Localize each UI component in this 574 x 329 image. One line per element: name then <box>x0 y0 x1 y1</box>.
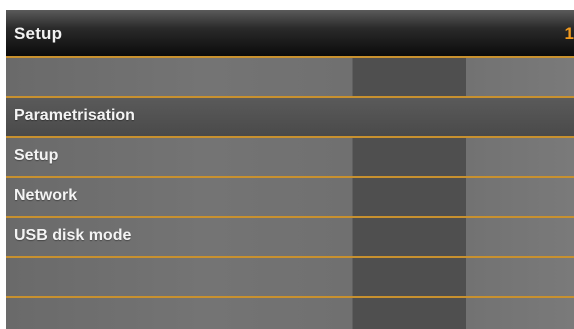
menu-item-empty <box>6 258 574 298</box>
menu-item-label: Parametrisation <box>14 107 135 124</box>
screen-title: Setup <box>14 24 63 43</box>
menu-item-network[interactable]: Network <box>6 178 574 218</box>
menu-item-setup[interactable]: Setup <box>6 138 574 178</box>
menu-item-label: Setup <box>14 147 59 164</box>
menu-item-usb-disk-mode[interactable]: USB disk mode <box>6 218 574 258</box>
menu-list: Parametrisation Setup Network USB disk m… <box>6 58 574 329</box>
menu-item-label: Network <box>14 187 78 204</box>
menu-item-empty-bottom <box>6 298 574 329</box>
menu-item-parametrisation[interactable]: Parametrisation <box>6 98 574 138</box>
page-number: 1 <box>564 24 574 43</box>
menu-item-label: USB disk mode <box>14 227 132 244</box>
device-screen: Setup 1 Parametrisation Setup Network US… <box>6 10 574 329</box>
title-bar: Setup 1 <box>6 10 574 58</box>
menu-item-empty-top <box>6 58 574 98</box>
